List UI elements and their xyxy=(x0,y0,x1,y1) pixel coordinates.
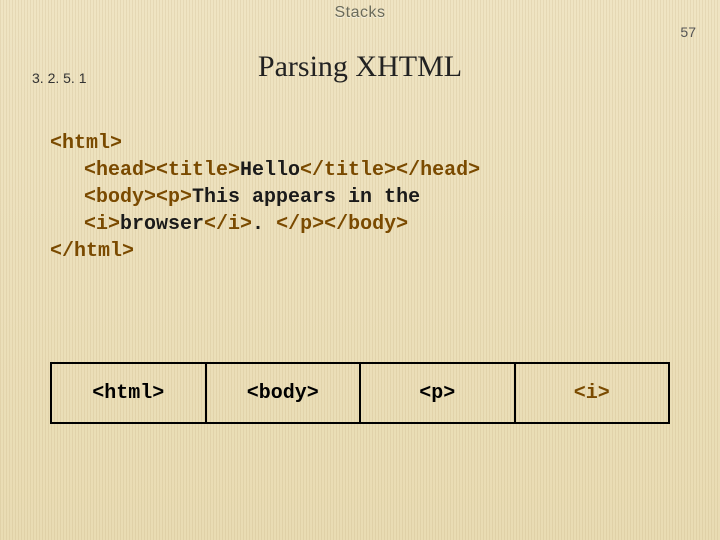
code-line-3: <body><p>This appears in the xyxy=(84,184,670,211)
stack-cell-0: <html> xyxy=(50,362,207,424)
slide: Stacks 57 3. 2. 5. 1 Parsing XHTML <html… xyxy=(0,0,720,540)
code-line-2: <head><title>Hello</title></head> xyxy=(84,157,670,184)
tag-html-open: <html> xyxy=(50,132,122,155)
stack-row: <html> <body> <p> <i> xyxy=(50,362,670,424)
stack-cell-1: <body> xyxy=(207,362,362,424)
tag-i-open: <i> xyxy=(84,213,120,236)
tag-body-p-open: <body><p> xyxy=(84,186,192,209)
page-number: 57 xyxy=(680,24,696,40)
tag-head-title-open: <head><title> xyxy=(84,159,240,182)
text-browser: browser xyxy=(120,213,204,236)
header-topic: Stacks xyxy=(0,4,720,22)
code-line-1: <html> xyxy=(50,130,670,157)
code-block: <html> <head><title>Hello</title></head>… xyxy=(50,130,670,265)
stack-cell-3: <i> xyxy=(516,362,671,424)
tag-i-close: </i> xyxy=(204,213,252,236)
code-line-5: </html> xyxy=(50,238,670,265)
tag-html-close: </html> xyxy=(50,240,134,263)
code-line-4: <i>browser</i>. </p></body> xyxy=(84,211,670,238)
text-appears: This appears in the xyxy=(192,186,420,209)
stack-cell-2: <p> xyxy=(361,362,516,424)
tag-p-body-close: </p></body> xyxy=(276,213,408,236)
text-hello: Hello xyxy=(240,159,300,182)
tag-title-head-close: </title></head> xyxy=(300,159,480,182)
slide-title: Parsing XHTML xyxy=(0,50,720,84)
text-dot: . xyxy=(252,213,276,236)
